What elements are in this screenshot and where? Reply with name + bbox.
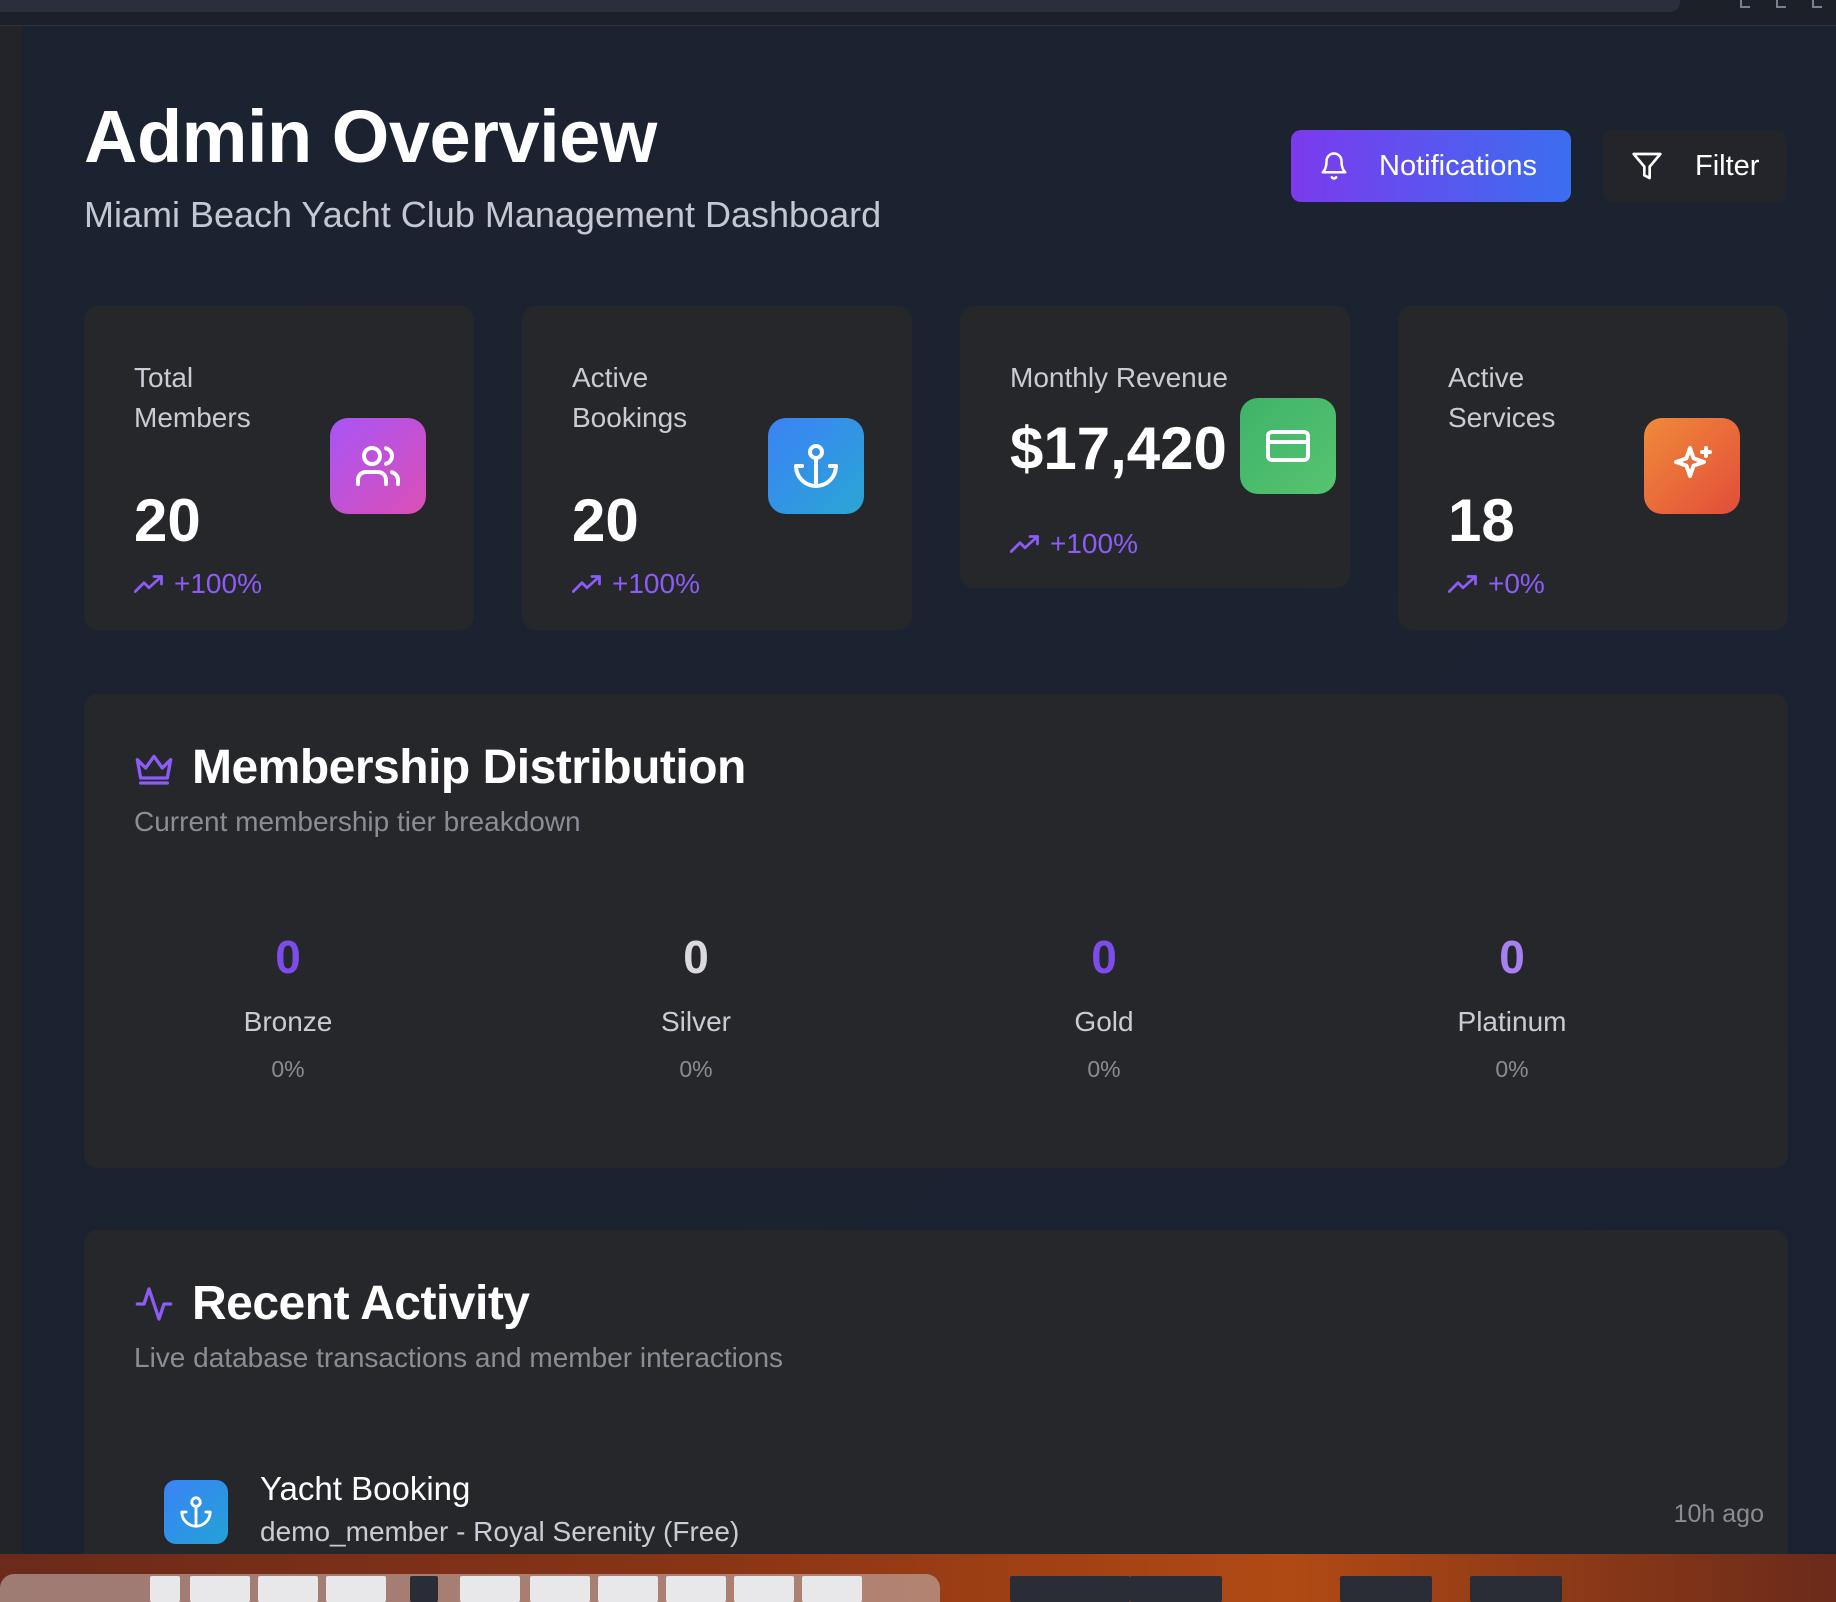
tier-percent: 0% — [1087, 1056, 1121, 1082]
notifications-label: Notifications — [1379, 149, 1537, 182]
top-scroll-track — [0, 0, 1680, 12]
activity-item-title: Yacht Booking — [260, 1470, 471, 1507]
tier-bronze: 0 Bronze 0% — [84, 930, 492, 1083]
main-content: Admin Overview Miami Beach Yacht Club Ma… — [22, 26, 1836, 1554]
stat-card-active-services: Active Services 18 +0% — [1398, 306, 1788, 630]
dock-thumbnail[interactable] — [410, 1576, 438, 1602]
membership-distribution-card: Membership Distribution Current membersh… — [84, 694, 1788, 1168]
stat-card-total-members: Total Members 20 +100% — [84, 306, 474, 630]
activity-item-time: 10h ago — [1673, 1500, 1764, 1528]
trending-up-icon — [1448, 575, 1477, 593]
trending-up-icon — [572, 575, 601, 593]
membership-title: Membership Distribution — [134, 740, 746, 795]
stat-value: 20 — [134, 487, 201, 554]
activity-item[interactable]: Yacht Booking demo_member - Royal Sereni… — [164, 1470, 1764, 1554]
activity-item-description: demo_member - Royal Serenity (Free) — [260, 1516, 740, 1547]
stat-trend: +0% — [1448, 568, 1545, 600]
os-dock — [0, 1554, 1836, 1602]
credit-card-icon-box — [1240, 398, 1336, 494]
activity-title: Recent Activity — [134, 1276, 530, 1331]
left-sidebar-edge — [0, 26, 22, 1554]
filter-button[interactable]: Filter — [1603, 130, 1787, 202]
tier-name: Gold — [1074, 1006, 1134, 1037]
dock-thumbnail[interactable] — [1010, 1576, 1130, 1602]
stat-value: 18 — [1448, 487, 1515, 554]
dock-thumbnail[interactable] — [666, 1576, 726, 1602]
stat-label: Total Members — [134, 362, 251, 433]
tier-percent: 0% — [271, 1056, 305, 1082]
notifications-button[interactable]: Notifications — [1291, 130, 1571, 202]
dock-thumbnail[interactable] — [190, 1576, 250, 1602]
tier-percent: 0% — [1495, 1056, 1529, 1082]
dock-thumbnail[interactable] — [598, 1576, 658, 1602]
stat-trend: +100% — [134, 568, 262, 600]
tier-silver: 0 Silver 0% — [492, 930, 900, 1083]
membership-subtitle: Current membership tier breakdown — [134, 806, 581, 837]
filter-label: Filter — [1695, 149, 1760, 182]
trending-up-icon — [1010, 535, 1039, 553]
dock-thumbnail[interactable] — [1340, 1576, 1432, 1602]
dock-thumbnail[interactable] — [326, 1576, 386, 1602]
stat-label: Monthly Revenue — [1010, 362, 1228, 393]
browser-top-bar — [0, 0, 1836, 26]
dock-thumbnail[interactable] — [802, 1576, 862, 1602]
dock-thumbnail[interactable] — [530, 1576, 590, 1602]
tier-count: 0 — [275, 931, 301, 983]
activity-icon — [135, 1286, 173, 1321]
tier-percent: 0% — [679, 1056, 713, 1082]
tier-count: 0 — [683, 931, 709, 983]
stat-value: $17,420 — [1010, 415, 1227, 482]
dock-thumbnail[interactable] — [150, 1576, 180, 1602]
users-icon — [356, 446, 400, 486]
trending-up-icon — [134, 575, 163, 593]
credit-card-icon — [1266, 430, 1310, 462]
dock-thumbnail[interactable] — [1470, 1576, 1562, 1602]
stat-trend: +100% — [1010, 528, 1138, 560]
tier-name: Platinum — [1457, 1006, 1567, 1037]
dock-thumbnail[interactable] — [734, 1576, 794, 1602]
stat-card-active-bookings: Active Bookings 20 +100% — [522, 306, 912, 630]
sparkles-icon-box — [1644, 418, 1740, 514]
stat-value: 20 — [572, 487, 639, 554]
filter-icon — [1632, 152, 1662, 180]
tier-gold: 0 Gold 0% — [900, 930, 1308, 1083]
tier-platinum: 0 Platinum 0% — [1308, 930, 1716, 1083]
tier-name: Silver — [660, 1006, 731, 1037]
anchor-icon — [180, 1496, 212, 1528]
stat-card-monthly-revenue: Monthly Revenue $17,420 +100% — [960, 306, 1350, 588]
sparkles-icon — [1674, 446, 1712, 478]
tier-count: 0 — [1091, 931, 1117, 983]
anchor-icon-box — [768, 418, 864, 514]
stat-trend: +100% — [572, 568, 700, 600]
page-subtitle: Miami Beach Yacht Club Management Dashbo… — [84, 194, 882, 235]
dock-thumbnail[interactable] — [258, 1576, 318, 1602]
anchor-icon-box — [164, 1480, 228, 1544]
recent-activity-card: Recent Activity Live database transactio… — [84, 1230, 1788, 1554]
stat-label: Active Bookings — [572, 362, 688, 433]
bell-icon — [1321, 152, 1347, 180]
dock-thumbnail[interactable] — [460, 1576, 520, 1602]
page-title: Admin Overview — [84, 95, 657, 178]
window-controls — [1740, 0, 1822, 8]
dock-thumbnail[interactable] — [1130, 1576, 1222, 1602]
stat-label: Active Services — [1448, 362, 1556, 433]
tier-name: Bronze — [243, 1006, 333, 1037]
activity-subtitle: Live database transactions and member in… — [134, 1342, 784, 1373]
tier-count: 0 — [1499, 931, 1525, 983]
crown-icon — [135, 754, 173, 785]
users-icon-box — [330, 418, 426, 514]
anchor-icon — [794, 444, 838, 488]
